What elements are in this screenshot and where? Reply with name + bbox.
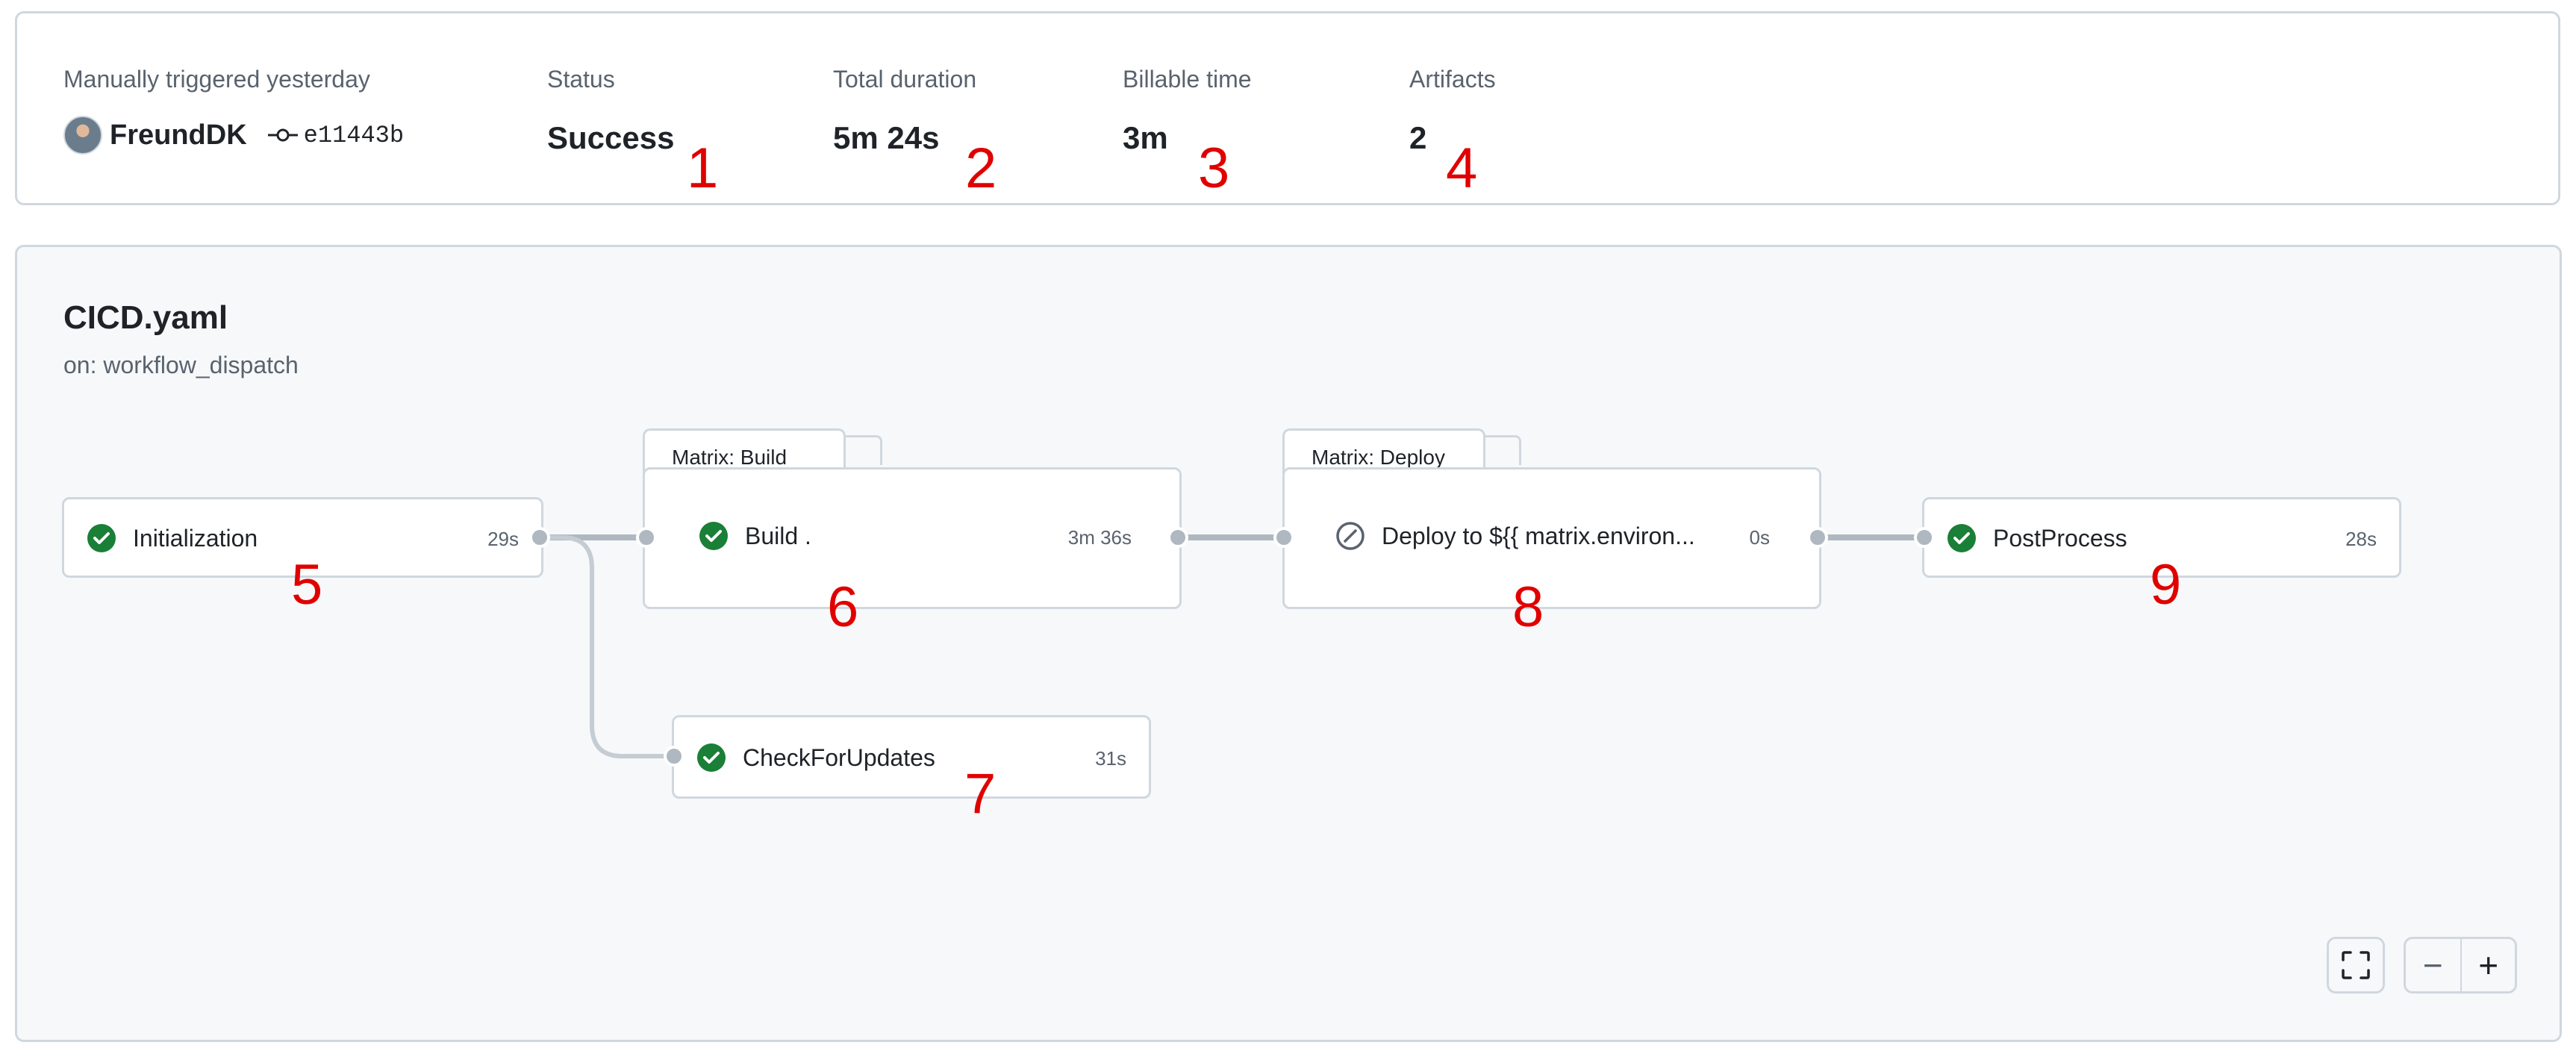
success-check-icon — [87, 524, 116, 552]
connector-dot — [1273, 527, 1294, 548]
billable-column: Billable time 3m — [1123, 66, 1252, 156]
workflow-graph: CICD.yaml on: workflow_dispatch Initiali… — [15, 245, 2562, 1042]
billable-value[interactable]: 3m — [1123, 120, 1252, 156]
artifacts-label: Artifacts — [1409, 66, 1496, 93]
annotation-marker-9: 9 — [2150, 553, 2182, 617]
job-duration: 31s — [1095, 747, 1126, 770]
billable-label: Billable time — [1123, 66, 1252, 93]
trigger-column: Manually triggered yesterday FreundDK e1… — [63, 66, 404, 155]
job-duration: 0s — [1749, 526, 1770, 549]
job-name: Deploy to ${{ matrix.environ... — [1382, 522, 1695, 549]
trigger-label: Manually triggered yesterday — [63, 66, 370, 93]
annotation-marker-7: 7 — [964, 762, 997, 826]
zoom-controls: − + — [2404, 937, 2517, 994]
commit-link[interactable]: e11443b — [304, 122, 404, 149]
job-edges — [540, 534, 1924, 758]
annotation-marker-6: 6 — [827, 576, 859, 639]
connector-dot — [664, 746, 684, 767]
success-check-icon — [1947, 524, 1976, 552]
annotation-marker-1: 1 — [687, 137, 719, 200]
annotation-marker-2: 2 — [965, 137, 997, 200]
job-check-for-updates[interactable]: CheckForUpdates 31s — [672, 715, 1151, 799]
status-column: Status Success — [547, 66, 674, 156]
zoom-in-button[interactable]: + — [2462, 945, 2515, 985]
annotation-marker-5: 5 — [291, 553, 323, 617]
annotation-marker-8: 8 — [1512, 576, 1544, 639]
job-name: PostProcess — [1993, 524, 2127, 552]
skipped-icon — [1336, 522, 1365, 550]
connector-dot — [1914, 527, 1935, 548]
status-label: Status — [547, 66, 615, 93]
status-value: Success — [547, 120, 675, 155]
run-summary: Manually triggered yesterday FreundDK e1… — [15, 11, 2560, 205]
connector-dot — [1167, 527, 1188, 548]
job-name: Initialization — [133, 524, 258, 552]
duration-value: 5m 24s — [833, 120, 940, 155]
job-build[interactable]: Build . 3m 36s — [643, 467, 1182, 609]
job-duration: 3m 36s — [1067, 526, 1132, 549]
duration-column: Total duration 5m 24s — [833, 66, 976, 156]
annotation-marker-4: 4 — [1446, 137, 1478, 200]
trigger-row: FreundDK e11443b — [63, 116, 404, 155]
duration-label: Total duration — [833, 66, 977, 93]
job-deploy[interactable]: Deploy to ${{ matrix.environ... 0s — [1282, 467, 1821, 609]
connector-dot — [636, 527, 657, 548]
zoom-out-button[interactable]: − — [2406, 945, 2460, 985]
job-name: CheckForUpdates — [743, 743, 935, 771]
job-duration: 29s — [487, 528, 519, 550]
fullscreen-icon — [2342, 951, 2370, 979]
commit-icon — [267, 128, 298, 142]
actor-link[interactable]: FreundDK — [110, 119, 247, 152]
annotation-marker-3: 3 — [1198, 137, 1230, 200]
success-check-icon — [697, 743, 726, 772]
connector-dot — [1807, 527, 1828, 548]
success-check-icon — [699, 522, 728, 550]
job-name: Build . — [745, 522, 811, 549]
fullscreen-button[interactable] — [2327, 937, 2385, 994]
job-duration: 28s — [2345, 528, 2377, 550]
avatar[interactable] — [63, 116, 102, 155]
connector-dot — [529, 527, 550, 548]
